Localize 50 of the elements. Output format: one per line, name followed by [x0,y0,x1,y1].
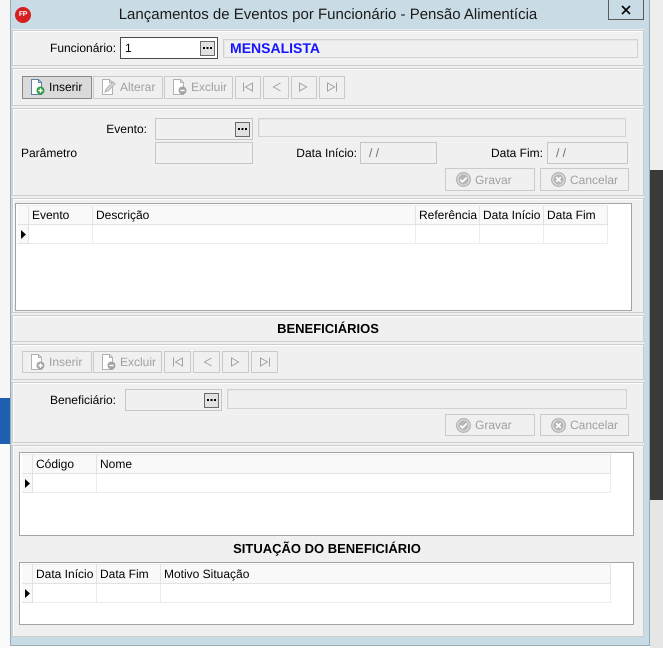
column-header: Data Fim [544,205,608,225]
lookup-button[interactable] [200,40,216,56]
section-title: SITUAÇÃO DO BENEFICIÁRIO [232,540,422,558]
document-minus-icon [100,354,116,370]
next-icon [298,81,310,93]
field-label: Evento: [105,121,147,138]
column-header: Motivo Situação [161,564,611,584]
field-label: Data Início: [295,145,357,162]
previous-icon [270,81,282,93]
column-header: Referência [416,205,480,225]
x-circle-icon [551,172,566,187]
table-cell [480,225,544,244]
row-indicator-icon [24,588,30,598]
document-plus-icon [29,79,45,95]
skip-last-icon [326,81,338,93]
next-icon [230,356,242,368]
window-title: Lançamentos de Eventos por Funcionário - Pensão Alimentícia [118,6,538,23]
column-header: Código [33,454,97,474]
field-label: Funcionário: [50,40,116,57]
description-field[interactable] [258,118,626,137]
row-indicator-icon [24,478,30,488]
employee-name: MENSALISTA [230,40,320,56]
column-header: Descrição [93,205,416,225]
document-minus-icon [171,79,187,95]
close-button[interactable] [608,0,644,20]
table-cell [544,225,608,244]
close-icon [621,4,631,14]
document-pencil-icon [100,79,116,95]
check-circle-icon [456,418,471,432]
row-indicator-icon [20,230,26,238]
lookup-field[interactable]: 1 [120,37,218,59]
insert-button[interactable]: Inserir [22,76,92,98]
skip-last-icon [258,356,270,368]
description-field[interactable] [227,389,627,409]
table-cell [416,225,480,244]
x-circle-icon [551,418,566,432]
column-header: Evento [29,205,93,225]
skip-first-icon [242,81,254,93]
skip-first-icon [172,356,184,368]
field-label: Beneficiário: [48,392,116,409]
field-label: Parâmetro [21,145,78,162]
table-cell [97,584,161,603]
column-header: Data Início [480,205,544,225]
section-title: BENEFICIÁRIOS [12,315,644,342]
field-label: Data Fim: [490,145,543,162]
column-header: Nome [97,454,611,474]
check-circle-icon [456,172,471,187]
column-header: Data Início [33,564,97,584]
column-header: Data Fim [97,564,161,584]
document-plus-icon [29,354,45,370]
